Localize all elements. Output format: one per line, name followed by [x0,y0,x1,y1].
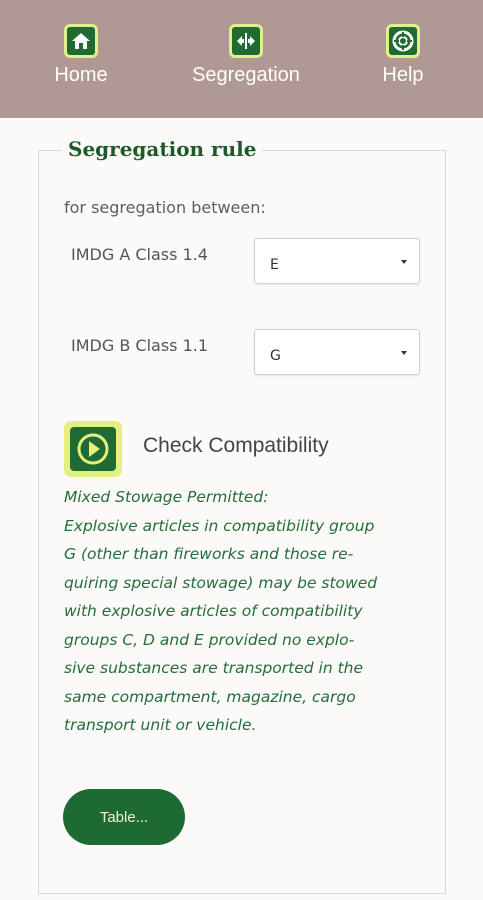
result-line: Mixed Stowage Permitted: [64,488,269,506]
result-line: same compartment, magazine, cargo [64,687,356,706]
dropdown-caret-icon [401,260,407,264]
segregation-icon [229,24,263,58]
nav-label-segregation: Segregation [192,64,300,86]
class-a-label: IMDG A Class 1.4 [71,245,208,264]
home-icon [64,24,98,58]
check-compatibility-button[interactable] [64,421,122,477]
dropdown-caret-icon [401,351,407,355]
table-button[interactable]: Table... [63,789,185,845]
compatibility-result: Mixed Stowage Permitted: Explosive artic… [64,483,424,740]
nav-home[interactable]: Home [51,24,111,87]
result-line: sive substances are transported in the [64,659,364,677]
class-b-select[interactable]: G [254,329,420,375]
nav-segregation[interactable]: Segregation [186,24,306,87]
class-a-selected-value: E [270,257,279,273]
check-compatibility-label[interactable]: Check Compatibility [143,434,329,458]
intro-text: for segregation between: [64,198,266,217]
result-line: transport unit or vehicle. [64,716,257,734]
nav-help[interactable]: Help [378,24,428,87]
class-b-label: IMDG B Class 1.1 [71,336,209,355]
class-b-selected-value: G [270,348,281,364]
nav-label-help: Help [382,64,424,86]
nav-label-home: Home [54,64,108,86]
class-a-select[interactable]: E [254,238,420,284]
result-line: groups C, D and E provided no explo- [64,630,355,649]
result-line: Explosive articles in compatibility grou… [64,516,375,535]
result-line: with explosive articles of compatibility [64,602,363,620]
result-line: quiring special stowage) may be stowed [64,573,378,592]
result-line: G (other than fireworks and those re- [64,545,354,563]
play-icon [77,433,109,465]
panel-title: Segregation rule [62,137,263,161]
lifebuoy-icon [386,24,420,58]
top-navigation-bar: Home Segregation Help [0,0,483,118]
